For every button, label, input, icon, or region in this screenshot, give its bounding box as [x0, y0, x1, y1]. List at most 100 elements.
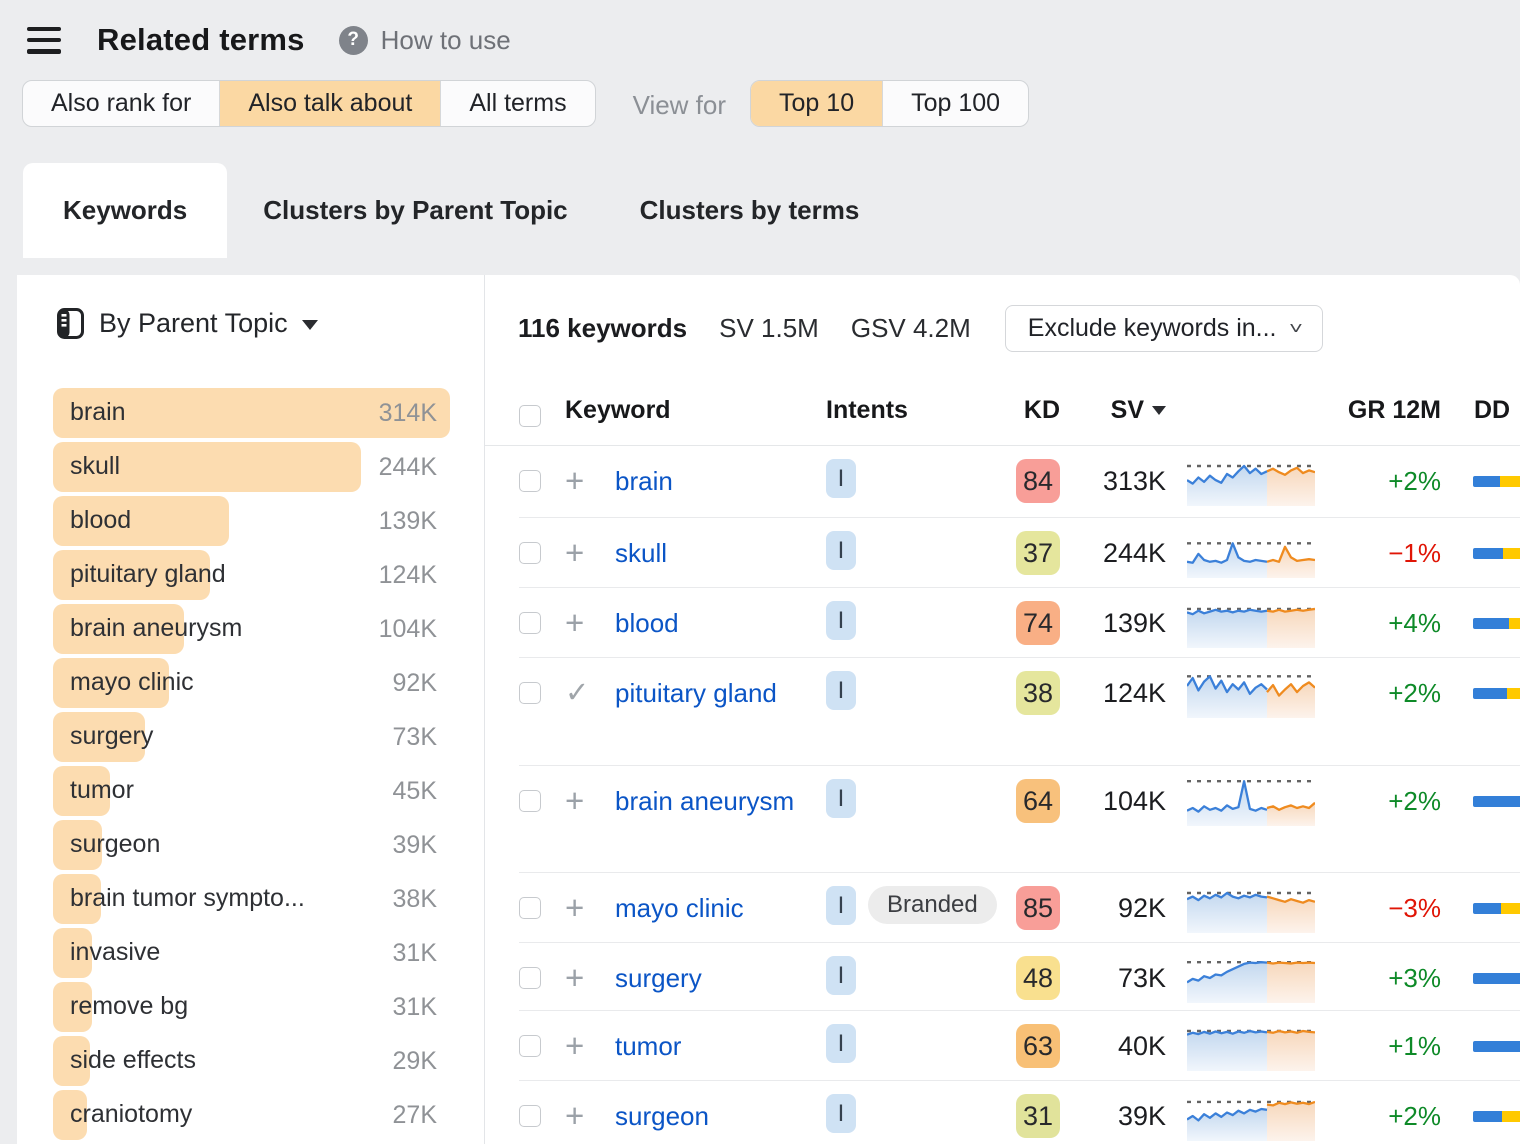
- how-to-use-label: How to use: [381, 25, 511, 56]
- view-filter-option[interactable]: Top 100: [883, 81, 1028, 126]
- sv-value: 124K: [1060, 658, 1166, 711]
- added-check-icon: ✓: [565, 677, 589, 709]
- select-all-checkbox[interactable]: [519, 405, 541, 427]
- topic-bar-item[interactable]: brain tumor sympto...38K: [53, 874, 437, 928]
- column-header-keyword[interactable]: Keyword: [565, 390, 826, 445]
- row-checkbox[interactable]: [519, 790, 541, 812]
- topic-bar-item[interactable]: brain314K: [53, 388, 437, 442]
- parent-topic-sidebar: By Parent Topic brain314Kskull244Kblood1…: [17, 275, 484, 1144]
- table-row: +skullI37244K−1%: [519, 518, 1520, 588]
- keyword-link[interactable]: blood: [615, 605, 679, 641]
- how-to-use-link[interactable]: ? How to use: [339, 25, 511, 56]
- sv-value: 40K: [1060, 1011, 1166, 1064]
- topic-label: craniotomy: [70, 1100, 192, 1129]
- topic-value: 73K: [393, 723, 437, 752]
- topic-bar-item[interactable]: brain aneurysm104K: [53, 604, 437, 658]
- add-keyword-button[interactable]: +: [565, 1027, 584, 1064]
- column-header-dd[interactable]: DD: [1474, 396, 1510, 425]
- add-keyword-button[interactable]: +: [565, 782, 584, 819]
- add-keyword-button[interactable]: +: [565, 1097, 584, 1134]
- kd-badge: 74: [1016, 601, 1060, 645]
- keywords-count: 116 keywords: [518, 313, 687, 344]
- keywords-table-panel: 116 keywords SV 1.5M GSV 4.2M Exclude ke…: [484, 275, 1520, 1144]
- tabs-row: KeywordsClusters by Parent TopicClusters…: [23, 163, 1520, 258]
- kd-badge: 85: [1016, 886, 1060, 930]
- topic-label: skull: [70, 452, 120, 481]
- column-header-intents[interactable]: Intents: [826, 390, 1016, 445]
- row-checkbox[interactable]: [519, 612, 541, 634]
- keyword-link[interactable]: tumor: [615, 1028, 681, 1064]
- row-checkbox[interactable]: [519, 1035, 541, 1057]
- keyword-link[interactable]: brain: [615, 463, 673, 499]
- row-checkbox[interactable]: [519, 897, 541, 919]
- dd-bar: [1473, 618, 1520, 629]
- topic-bar-item[interactable]: tumor45K: [53, 766, 437, 820]
- column-header-kd[interactable]: KD: [1016, 390, 1060, 445]
- filter-row: Also rank forAlso talk aboutAll terms Vi…: [0, 80, 1520, 163]
- help-icon: ?: [339, 26, 368, 55]
- tab-clusters-by-terms[interactable]: Clusters by terms: [604, 163, 896, 258]
- add-keyword-button[interactable]: +: [565, 959, 584, 996]
- keyword-link[interactable]: surgeon: [615, 1098, 709, 1134]
- term-filter-option[interactable]: Also talk about: [220, 81, 441, 126]
- row-checkbox[interactable]: [519, 682, 541, 704]
- keyword-link[interactable]: surgery: [615, 960, 702, 996]
- topic-bar-item[interactable]: craniotomy27K: [53, 1090, 437, 1144]
- intent-badge: I: [826, 1094, 856, 1133]
- parent-topic-selector[interactable]: By Parent Topic: [57, 308, 484, 339]
- exclude-keywords-dropdown[interactable]: Exclude keywords in... ˅: [1005, 305, 1324, 352]
- topic-bar-item[interactable]: surgery73K: [53, 712, 437, 766]
- table-row: +surgeryI4873K+3%: [519, 943, 1520, 1011]
- add-keyword-button[interactable]: +: [565, 462, 584, 499]
- term-filter-option[interactable]: All terms: [441, 81, 594, 126]
- keyword-link[interactable]: skull: [615, 535, 667, 571]
- row-checkbox[interactable]: [519, 542, 541, 564]
- table-toolbar: 116 keywords SV 1.5M GSV 4.2M Exclude ke…: [485, 305, 1520, 352]
- add-keyword-button[interactable]: +: [565, 889, 584, 926]
- sv-sparkline: [1166, 518, 1315, 583]
- caret-down-icon: [302, 320, 318, 330]
- add-keyword-button[interactable]: +: [565, 604, 584, 641]
- topic-bar-item[interactable]: remove bg31K: [53, 982, 437, 1036]
- term-filter-option[interactable]: Also rank for: [23, 81, 220, 126]
- dd-bar: [1473, 1111, 1520, 1122]
- row-checkbox[interactable]: [519, 1105, 541, 1127]
- sv-value: 313K: [1060, 446, 1166, 499]
- dd-blue-segment: [1473, 796, 1520, 807]
- tab-keywords[interactable]: Keywords: [23, 163, 227, 258]
- row-checkbox[interactable]: [519, 967, 541, 989]
- view-filter-option[interactable]: Top 10: [751, 81, 883, 126]
- intent-badge: I: [826, 531, 856, 570]
- topic-bar-item[interactable]: mayo clinic92K: [53, 658, 437, 712]
- dd-yellow-segment: [1502, 1111, 1520, 1122]
- topic-bar-item[interactable]: skull244K: [53, 442, 437, 496]
- topic-bar-item[interactable]: blood139K: [53, 496, 437, 550]
- table-row: +mayo clinicIBranded8592K−3%: [519, 873, 1520, 943]
- topic-label: mayo clinic: [70, 668, 194, 697]
- dd-bar: [1473, 973, 1520, 984]
- topic-bar-item[interactable]: invasive31K: [53, 928, 437, 982]
- column-header-gr[interactable]: GR 12M: [1315, 390, 1441, 445]
- topic-bar-item[interactable]: pituitary gland124K: [53, 550, 437, 604]
- table-row: +surgeonI3139K+2%: [519, 1081, 1520, 1144]
- column-header-sv[interactable]: SV: [1060, 390, 1166, 445]
- table-row: +bloodI74139K+4%: [519, 588, 1520, 658]
- add-keyword-button[interactable]: +: [565, 534, 584, 571]
- row-checkbox[interactable]: [519, 470, 541, 492]
- keyword-link[interactable]: brain aneurysm: [615, 783, 794, 819]
- topic-bar-item[interactable]: surgeon39K: [53, 820, 437, 874]
- kd-badge: 37: [1016, 531, 1060, 575]
- intent-badge: I: [826, 886, 856, 925]
- topic-label: remove bg: [70, 992, 188, 1021]
- keyword-link[interactable]: mayo clinic: [615, 890, 744, 926]
- topic-value: 29K: [393, 1047, 437, 1076]
- dd-blue-segment: [1473, 903, 1501, 914]
- table-row: +brainI84313K+2%: [519, 446, 1520, 518]
- intent-badge: I: [826, 1024, 856, 1063]
- topic-bar-item[interactable]: side effects29K: [53, 1036, 437, 1090]
- tab-clusters-by-parent-topic[interactable]: Clusters by Parent Topic: [227, 163, 603, 258]
- intent-badge: I: [826, 459, 856, 498]
- dd-blue-segment: [1473, 618, 1509, 629]
- hamburger-menu-icon[interactable]: [27, 27, 61, 54]
- keyword-link[interactable]: pituitary gland: [615, 675, 777, 711]
